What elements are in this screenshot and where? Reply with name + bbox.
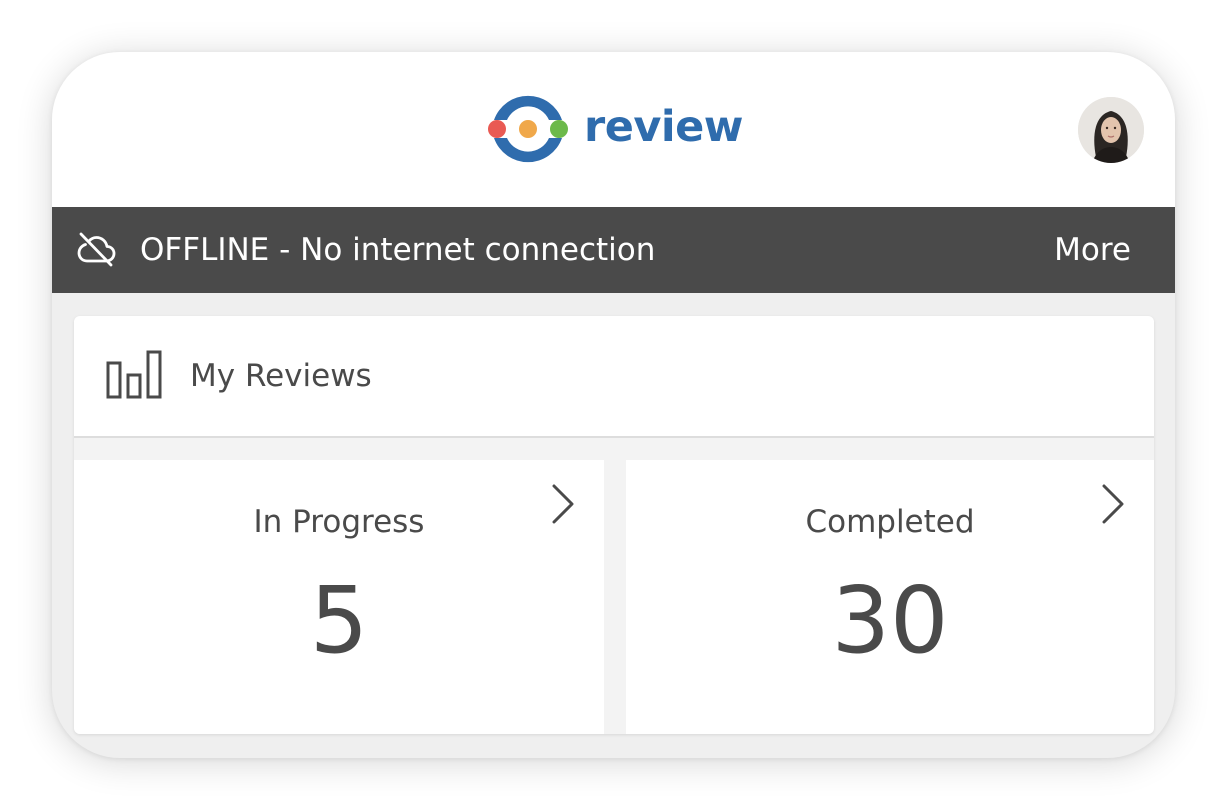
avatar-icon — [1078, 97, 1144, 163]
offline-banner: OFFLINE - No internet connection More — [52, 207, 1175, 293]
app-name: review — [584, 101, 744, 152]
review-logo-icon — [488, 95, 568, 163]
in-progress-count: 5 — [309, 567, 369, 674]
chevron-right-icon — [552, 484, 574, 524]
my-reviews-title: My Reviews — [190, 358, 372, 394]
user-avatar[interactable] — [1078, 97, 1144, 163]
completed-tile[interactable]: Completed 30 — [626, 460, 1154, 734]
app-logo: review — [486, 90, 744, 168]
completed-label: Completed — [805, 504, 975, 540]
in-progress-label: In Progress — [253, 504, 425, 540]
my-reviews-card: My Reviews In Progress 5 Completed 30 — [74, 316, 1154, 734]
offline-message: OFFLINE - No internet connection — [140, 232, 656, 268]
completed-count: 30 — [831, 567, 949, 674]
in-progress-tile[interactable]: In Progress 5 — [74, 460, 604, 734]
chevron-right-icon — [1102, 484, 1124, 524]
more-button[interactable]: More — [1054, 207, 1131, 293]
app-window: review OFFLINE - No internet connection … — [52, 52, 1175, 758]
cloud-off-icon — [77, 232, 116, 267]
app-header: review — [52, 52, 1175, 207]
my-reviews-header: My Reviews — [74, 316, 1154, 438]
bar-chart-icon — [106, 350, 162, 399]
